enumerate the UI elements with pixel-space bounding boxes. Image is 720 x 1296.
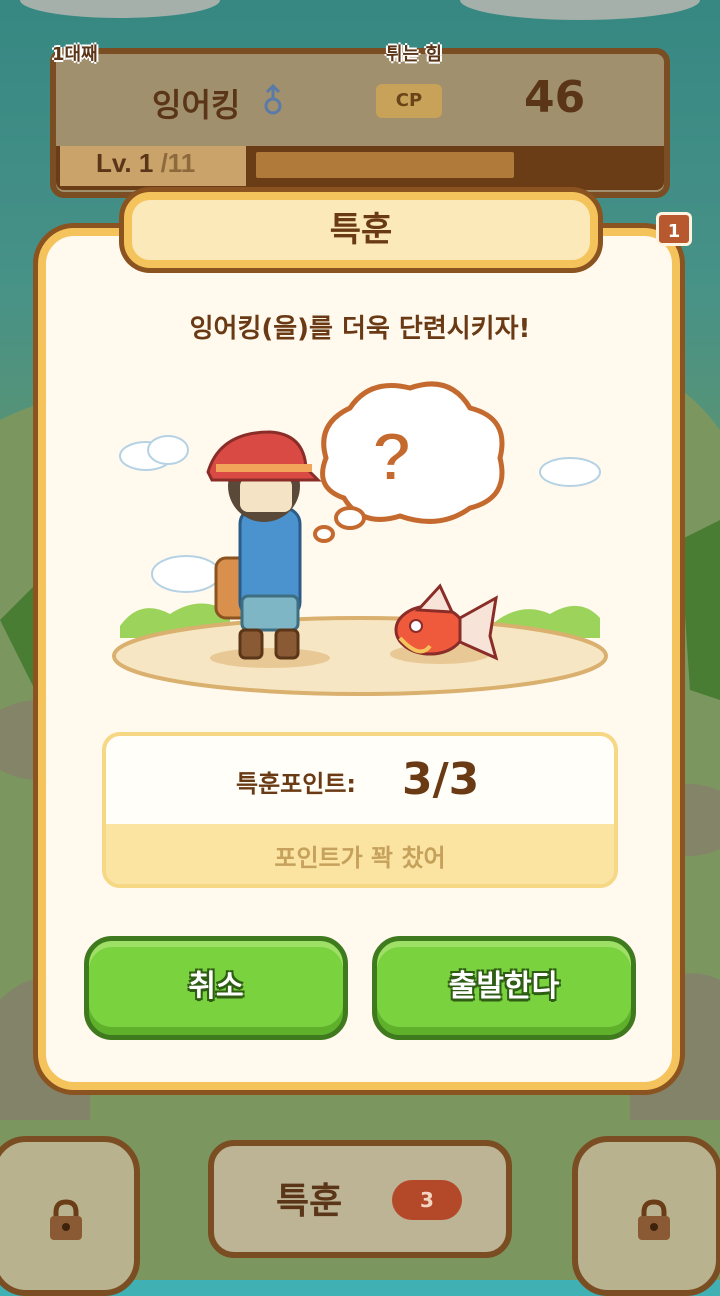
training-count-badge: 3 xyxy=(392,1180,462,1220)
training-illustration: ? xyxy=(112,381,608,696)
depart-button[interactable]: 출발한다 xyxy=(372,936,636,1040)
notification-badge: 1 xyxy=(656,212,692,246)
level-value: Lv. 1 xyxy=(96,148,154,178)
lock-icon xyxy=(638,1199,670,1240)
magikarp-icon xyxy=(390,583,499,664)
thought-bubble-icon: ? xyxy=(313,381,505,543)
lock-icon xyxy=(50,1199,82,1240)
male-icon xyxy=(264,84,282,115)
dialog-message: 잉어킹(을)를 더욱 단련시키자! xyxy=(189,314,531,344)
cancel-button[interactable]: 취소 xyxy=(84,936,348,1040)
generation-label: 1대째 xyxy=(52,44,98,65)
points-note: 포인트가 꽉 찼어 xyxy=(274,844,446,872)
training-tab[interactable] xyxy=(208,1140,512,1258)
dialog-title: 특훈 xyxy=(124,192,598,268)
level-max: /11 xyxy=(160,148,196,178)
svg-text:?: ? xyxy=(371,419,413,495)
trait-label: 튀는 힘 xyxy=(386,44,442,65)
cp-badge: CP xyxy=(376,84,442,118)
pokemon-name: 잉어킹 xyxy=(152,86,241,124)
exp-bar xyxy=(256,152,514,178)
cp-value: 46 xyxy=(524,72,586,123)
points-value: 3/3 xyxy=(402,754,480,805)
level-text: Lv. 1 /11 xyxy=(96,148,195,179)
training-tab-label: 특훈 xyxy=(276,1181,343,1222)
points-label: 특훈포인트: xyxy=(236,770,356,798)
